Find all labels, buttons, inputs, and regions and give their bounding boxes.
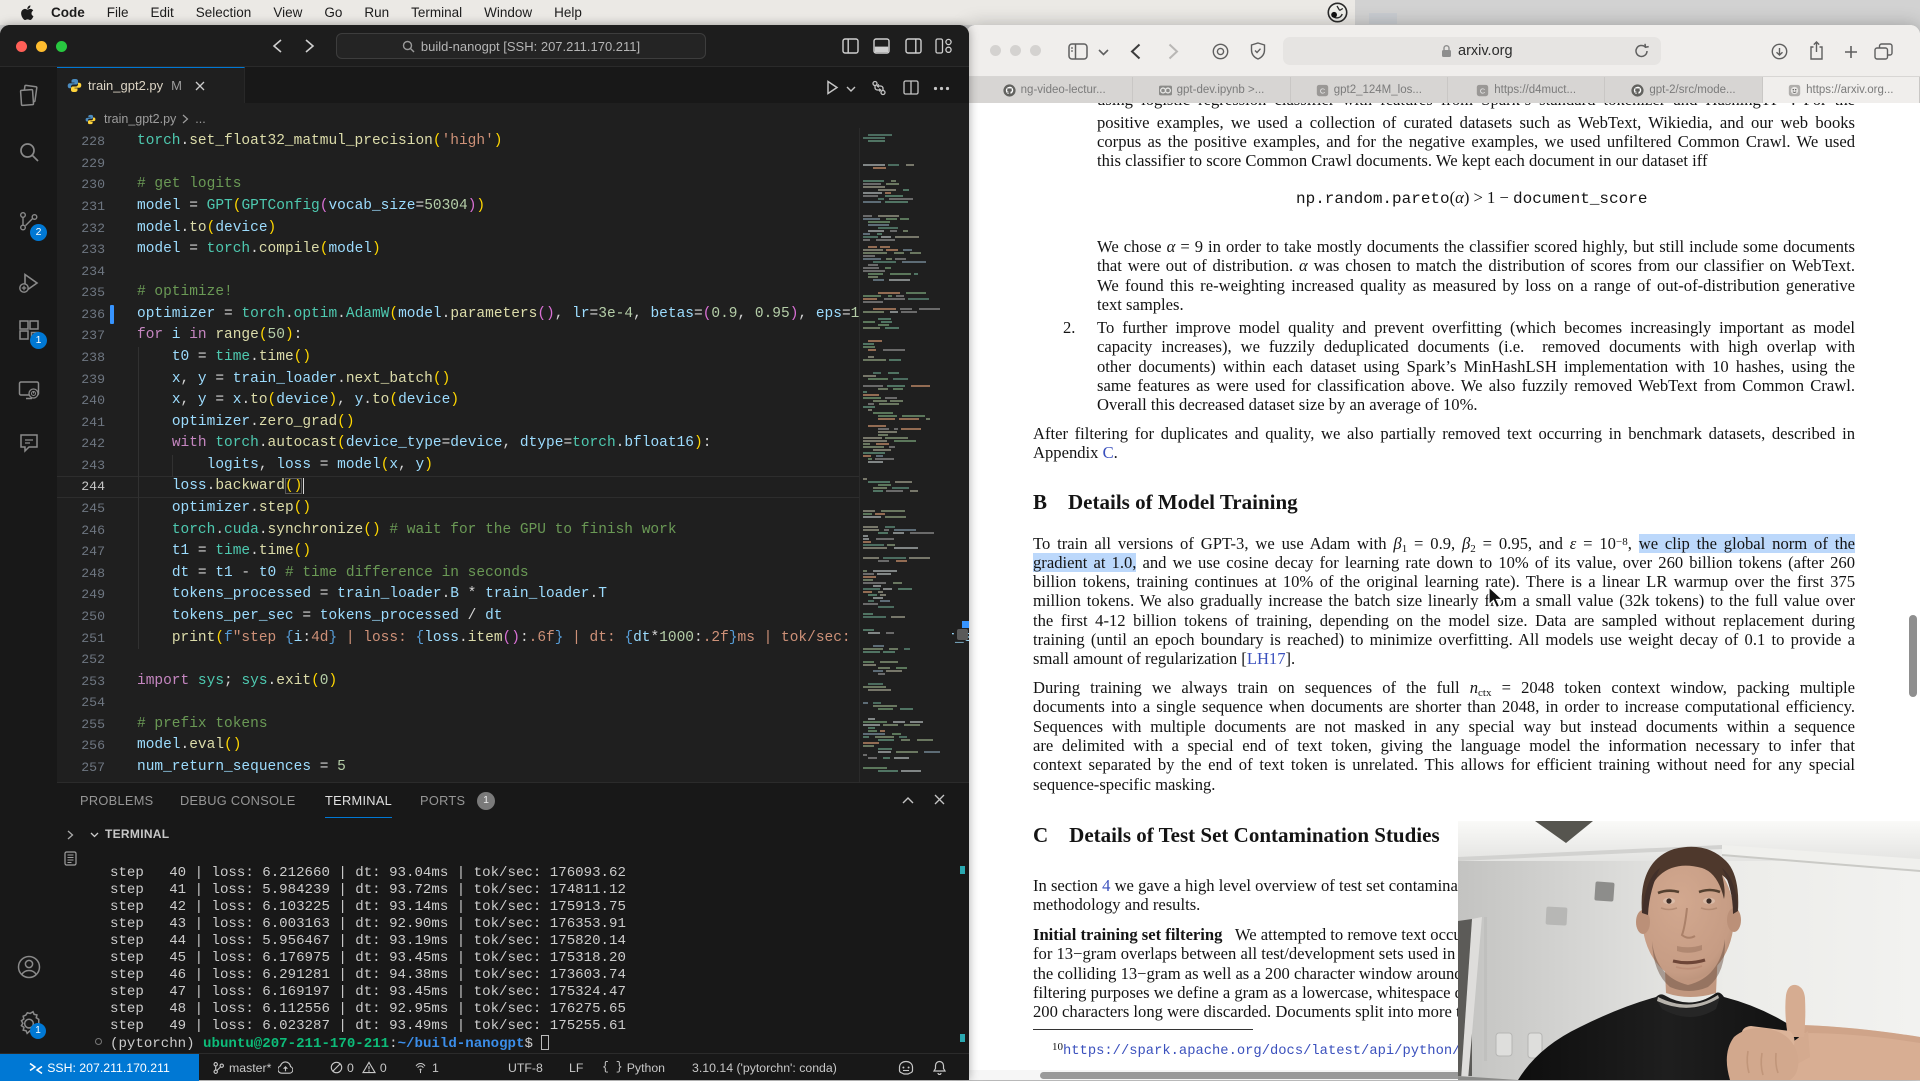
- svg-text:C: C: [1480, 86, 1485, 95]
- svg-text:C: C: [1320, 86, 1325, 95]
